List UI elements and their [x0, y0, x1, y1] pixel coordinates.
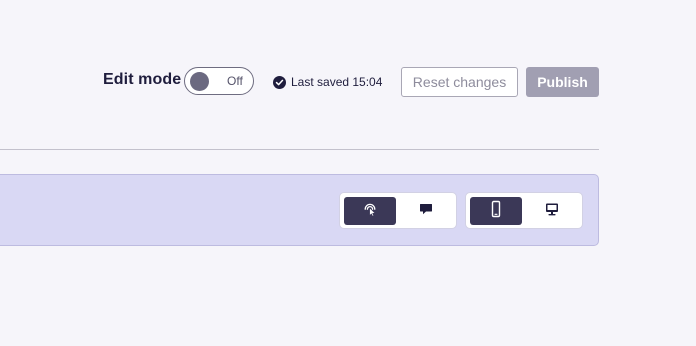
divider — [0, 149, 599, 150]
check-circle-icon — [273, 75, 286, 89]
edit-mode-label: Edit mode — [103, 71, 182, 88]
interact-pointer-icon — [362, 201, 378, 222]
mobile-icon — [488, 200, 504, 223]
desktop-view-button[interactable] — [526, 197, 578, 225]
toggle-state-text: Off — [227, 74, 243, 88]
mobile-view-button[interactable] — [470, 197, 522, 225]
save-status: Last saved 15:04 — [273, 74, 382, 90]
preview-controls-bar — [0, 174, 599, 246]
device-preview-switch — [465, 192, 583, 229]
edit-mode-toggle[interactable]: Off — [184, 67, 254, 95]
interact-mode-button[interactable] — [344, 197, 396, 225]
interaction-mode-switch — [339, 192, 457, 229]
desktop-icon — [544, 201, 560, 222]
toggle-knob — [190, 72, 209, 91]
reset-changes-button[interactable]: Reset changes — [401, 67, 518, 97]
editor-toolbar: Edit mode Off Last saved 15:04 Reset cha… — [0, 64, 600, 100]
last-saved-text: Last saved 15:04 — [291, 75, 383, 89]
comment-mode-button[interactable] — [400, 197, 452, 225]
comment-icon — [418, 201, 434, 222]
publish-button[interactable]: Publish — [526, 67, 599, 97]
